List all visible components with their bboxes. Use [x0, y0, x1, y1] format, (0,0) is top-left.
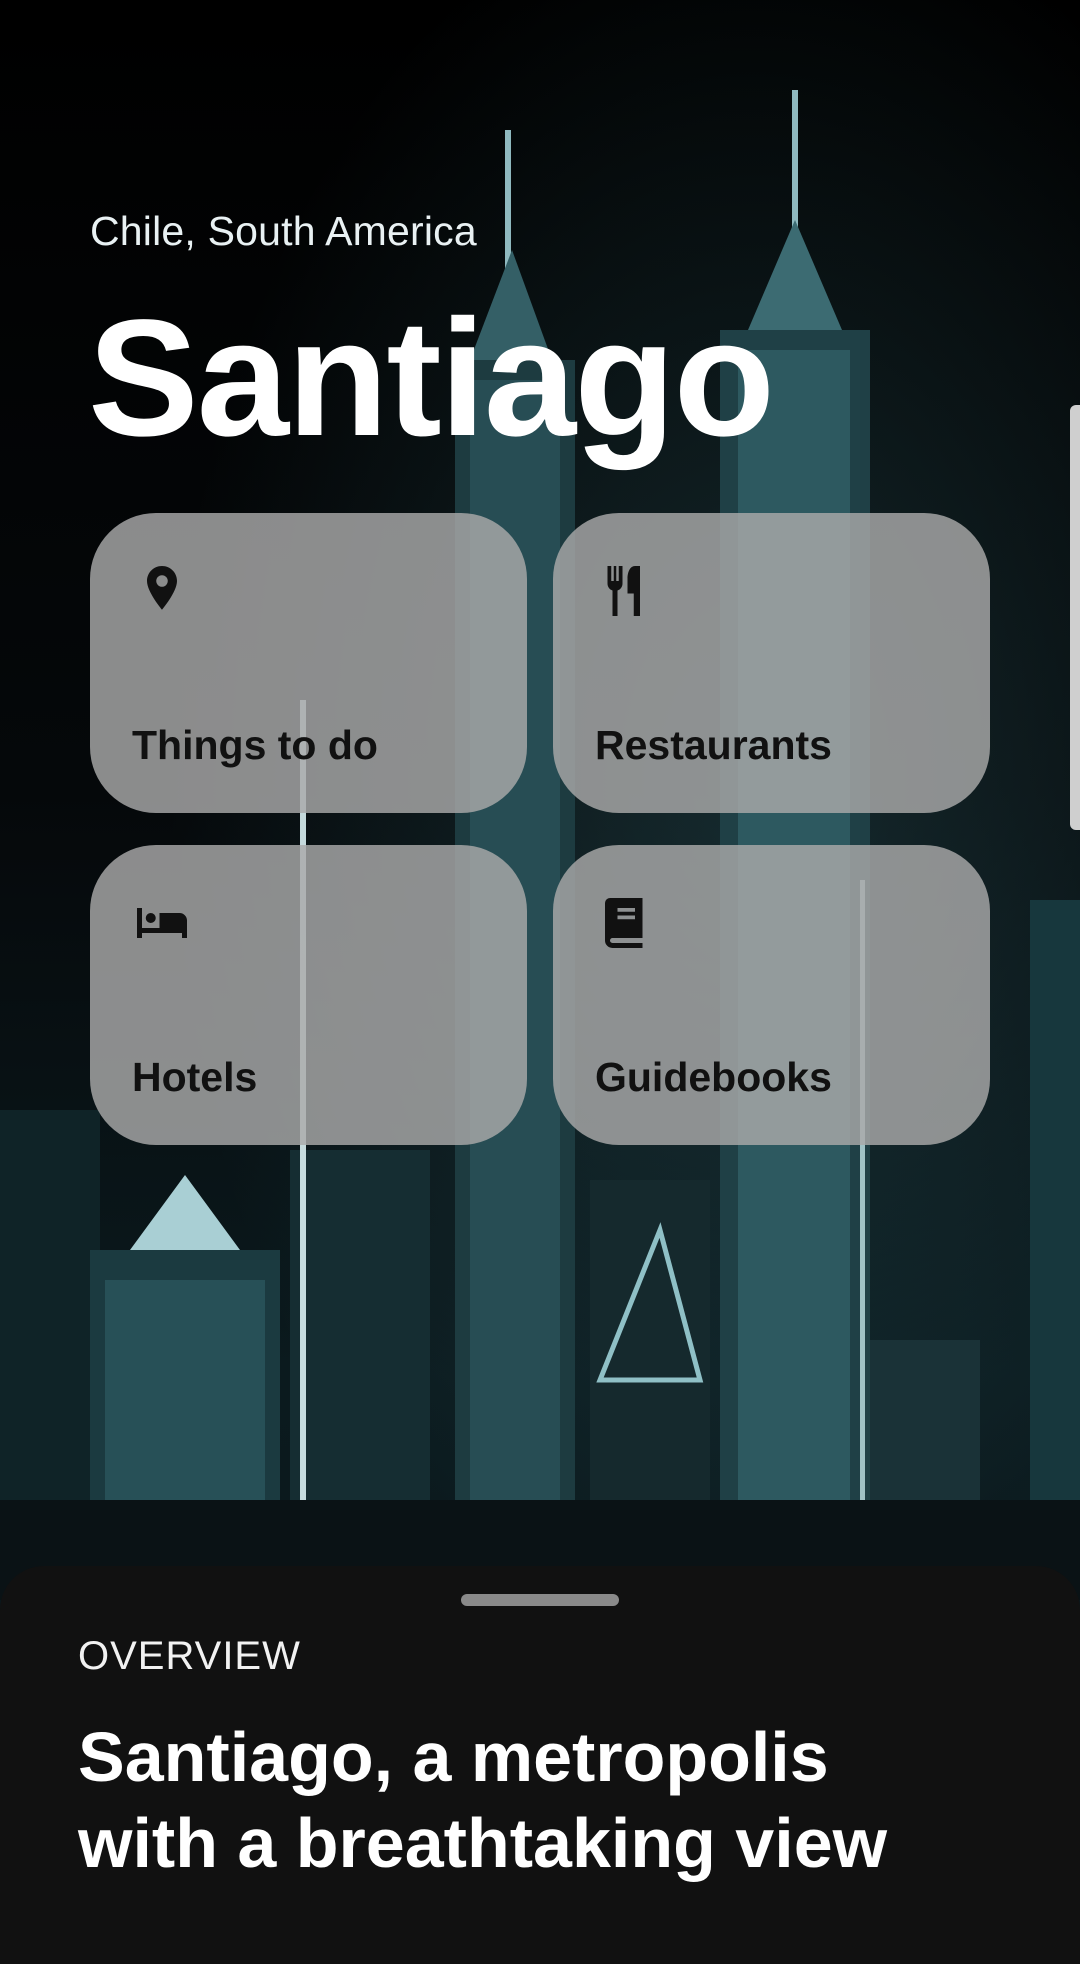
tile-label: Guidebooks: [595, 1054, 832, 1100]
tile-things-to-do[interactable]: Things to do: [90, 513, 527, 813]
screen: Chile, South America Santiago Things to …: [0, 0, 1080, 1964]
book-icon: [605, 898, 643, 948]
tile-guidebooks[interactable]: Guidebooks: [553, 845, 990, 1145]
section-kicker: OVERVIEW: [78, 1634, 301, 1678]
city-title: Santiago: [88, 286, 775, 471]
overview-bottom-sheet[interactable]: OVERVIEW Santiago, a metropolis with a b…: [0, 1566, 1080, 1964]
location-pin-icon: [147, 566, 177, 610]
fork-knife-icon: [607, 566, 640, 616]
bed-icon: [137, 908, 187, 938]
tile-hotels[interactable]: Hotels: [90, 845, 527, 1145]
tile-label: Things to do: [132, 722, 378, 768]
location-subtitle: Chile, South America: [90, 208, 477, 254]
sheet-drag-handle[interactable]: [461, 1594, 619, 1606]
overview-title: Santiago, a metropolis with a breathtaki…: [78, 1718, 888, 1882]
tile-label: Hotels: [132, 1054, 258, 1100]
tile-label: Restaurants: [595, 722, 832, 768]
tile-restaurants[interactable]: Restaurants: [553, 513, 990, 813]
side-panel-edge[interactable]: [1070, 405, 1080, 830]
